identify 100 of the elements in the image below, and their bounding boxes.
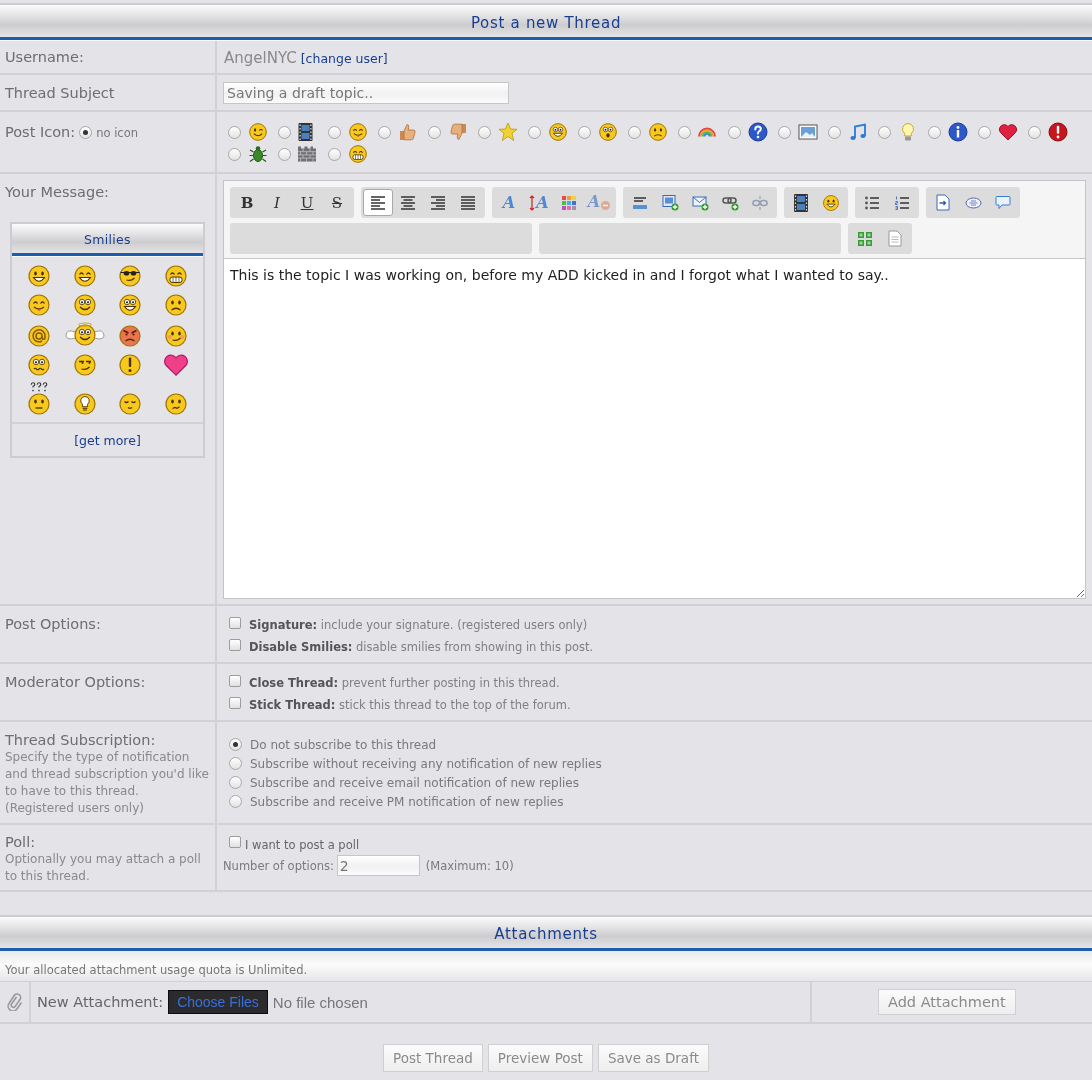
option-label: no icon [96,125,138,140]
radio-button[interactable] [278,147,291,161]
radio-button[interactable] [728,125,741,139]
checkbox[interactable] [229,638,241,651]
shifty-face-icon[interactable] [72,353,97,377]
angel-face-icon[interactable] [64,322,105,348]
message-field[interactable]: This is the topic I was working on, before my ADD kicked in and I forgot what I wanted to say.. [224,258,1085,598]
get-more-link[interactable]: [get more] [74,433,141,448]
field-label: Thread Subject [5,85,116,102]
page-icon [888,230,902,247]
radio-button[interactable] [778,125,791,139]
question-icon [748,122,768,142]
radio-button[interactable] [828,125,841,139]
add-attachment-button[interactable]: Add Attachment [878,989,1016,1015]
option-label: I want to post a poll [245,836,360,852]
radio-button[interactable] [278,125,291,139]
wide-eyed-smile-icon [548,122,568,142]
bold-button[interactable]: B [232,189,262,216]
radio-button[interactable] [328,125,341,139]
bulleted-list-icon [864,194,880,211]
option-label: Close Thread: prevent further posting in this thread. [249,675,560,690]
smiling-face-icon[interactable] [26,264,51,288]
align-left-button[interactable] [363,189,393,216]
field-label: Moderator Options: [5,674,147,691]
checkbox[interactable] [229,616,241,629]
radio-button[interactable] [1028,125,1041,139]
at-sign-face-icon[interactable] [26,324,51,348]
choose-files-button[interactable]: Choose Files [168,990,268,1014]
subject-field[interactable]: Saving a draft topic.. [223,82,509,104]
laughing-face-icon[interactable] [72,264,97,288]
radio-button[interactable] [628,125,641,139]
heart-icon [998,122,1018,142]
radio-button[interactable] [229,738,242,751]
option-label: Stick Thread: stick this thread to the top of the forum. [249,697,571,712]
option-count-field[interactable]: 2 [336,855,420,876]
wide-eyed-smile-icon[interactable] [118,293,143,317]
dropdown-field[interactable] [230,223,532,254]
radio-button[interactable] [328,147,341,161]
blushing-face-icon[interactable] [164,324,189,348]
thumbs-down-icon [448,122,468,142]
form-button[interactable]: Save as Draft [597,1044,709,1072]
sunglasses-face-icon[interactable] [118,264,143,288]
unsure-face-icon[interactable] [164,392,189,416]
brick-wall-icon [298,146,316,162]
form-button[interactable]: Post Thread [383,1044,483,1072]
checkbox[interactable] [229,835,241,848]
font-name-button[interactable]: A [494,189,524,216]
radio-button[interactable] [228,125,241,139]
align-left-icon [370,194,386,211]
dropdown-field[interactable] [539,223,841,254]
angry-face-icon[interactable] [118,324,143,348]
vertical-arrow-icon [529,194,536,211]
radio-button[interactable] [428,125,441,139]
sleepy-face-icon[interactable] [118,392,143,416]
chain-plus-icon [721,194,739,211]
checkbox[interactable] [229,674,241,687]
exclamation-face-icon[interactable] [118,353,143,377]
radio-button[interactable] [228,147,241,161]
font-size-button[interactable]: A [524,189,554,216]
puzzled-face-icon[interactable] [26,382,51,416]
wide-eyed-face-icon[interactable] [72,293,97,317]
radio-button[interactable] [928,125,941,139]
italic-button[interactable]: I [262,189,292,216]
radio-button[interactable] [578,125,591,139]
radio-button[interactable] [678,125,691,139]
radio-button[interactable] [229,757,242,770]
wavy-mouth-face-icon[interactable] [26,353,51,377]
radio-button[interactable] [528,125,541,139]
sad-face-icon [648,122,668,142]
frowning-face-icon[interactable] [164,293,189,317]
username-text: AngelNYC [224,49,297,67]
film-icon [793,193,809,212]
radio-button[interactable] [229,795,242,808]
field-label: New Attachment: [37,994,164,1010]
section-title: Post a new Thread [470,12,622,32]
option-label: Subscribe without receiving any notification of new replies [250,756,602,771]
lightbulb-face-icon[interactable] [72,392,97,416]
radio-button[interactable] [878,125,891,139]
grinning-face-icon [348,144,368,164]
strikethrough-button[interactable]: S [322,189,352,216]
radio-button[interactable] [978,125,991,139]
grinning-face-icon[interactable] [164,264,189,288]
rainbow-icon [698,127,716,137]
four-squares-icon [857,230,873,247]
radio-button[interactable] [478,125,491,139]
radio-button[interactable] [378,125,391,139]
tongue-face-icon[interactable] [26,293,51,317]
change-user-link[interactable]: [change user] [300,51,388,66]
radio-button[interactable] [229,776,242,789]
bug-icon [248,144,268,164]
envelope-plus-icon [691,194,709,211]
radio-button[interactable] [79,126,93,139]
file-status-text: No file chosen [272,993,368,1011]
heart-icon[interactable] [164,353,189,377]
underline-button[interactable]: U [292,189,322,216]
checkbox[interactable] [229,696,241,709]
film-icon [298,123,313,141]
form-button[interactable]: Preview Post [487,1044,593,1072]
picture-icon [798,122,818,142]
surprised-face-icon [598,122,618,142]
